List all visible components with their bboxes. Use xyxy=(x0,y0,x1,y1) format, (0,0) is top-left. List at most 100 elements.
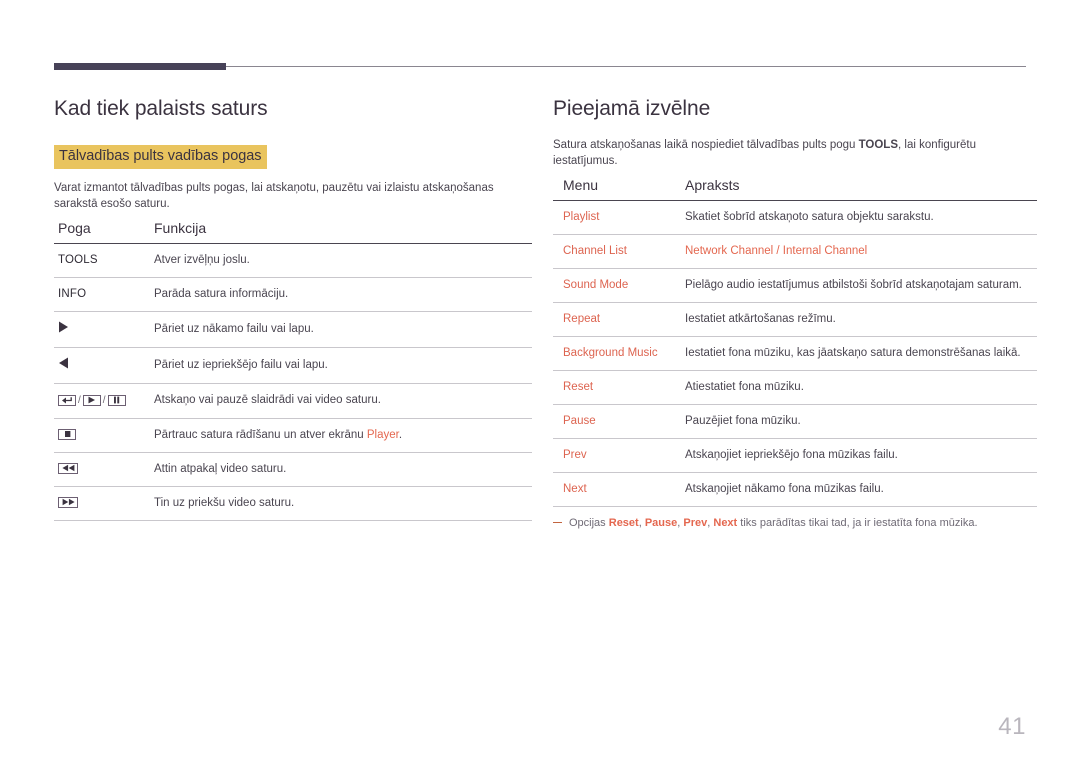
table-header-row: Menu Apraksts xyxy=(553,177,1037,201)
document-page: Kad tiek palaists saturs Tālvadības pult… xyxy=(0,0,1080,763)
menu-name-cell: Sound Mode xyxy=(553,268,685,303)
menu-item-label: Sound Mode xyxy=(563,279,629,291)
rewind-key-icon xyxy=(58,463,78,474)
footnote-option: Reset xyxy=(608,517,639,529)
enter-key-icon xyxy=(58,395,76,406)
footnote-option: Prev xyxy=(683,517,708,529)
button-cell xyxy=(54,311,154,348)
table-header-row: Poga Funkcija xyxy=(54,220,532,244)
menu-description-cell: Pauzējiet fona mūziku. xyxy=(685,404,1037,439)
function-description-cell: Pāriet uz iepriekšējo failu vai lapu. xyxy=(154,347,532,384)
menu-name-cell: Repeat xyxy=(553,302,685,337)
function-description-cell: Pārtrauc satura rādīšanu un atver ekrānu… xyxy=(154,418,532,453)
description-text: Pārtrauc satura rādīšanu un atver ekrānu xyxy=(154,428,367,441)
left-column: Kad tiek palaists saturs Tālvadības pult… xyxy=(54,96,532,521)
button-cell xyxy=(54,347,154,384)
menu-name-cell: Channel List xyxy=(553,234,685,269)
header-rule-accent xyxy=(54,63,226,70)
function-description-cell: Tin uz priekšu video saturu. xyxy=(154,486,532,521)
remote-buttons-table: Poga Funkcija TOOLS Atver izvēļņu joslu. I… xyxy=(54,220,532,521)
function-description-cell: Pāriet uz nākamo failu vai lapu. xyxy=(154,311,532,348)
menu-item-label: Background Music xyxy=(563,347,658,359)
menu-description-cell: Iestatiet atkārtošanas režīmu. xyxy=(685,302,1037,337)
menu-description-cell: Atskaņojiet nākamo fona mūzikas failu. xyxy=(685,472,1037,507)
table-row: Attin atpakaļ video saturu. xyxy=(54,452,532,487)
icon-separator: / xyxy=(102,395,106,406)
button-name: INFO xyxy=(58,288,87,300)
pause-key-icon xyxy=(107,395,126,406)
menu-name-cell: Background Music xyxy=(553,336,685,371)
button-cell: TOOLS xyxy=(54,243,154,278)
menu-item-label: Channel List xyxy=(563,245,627,257)
function-description-cell: Atver izvēļņu joslu. xyxy=(154,243,532,278)
column-header-button: Poga xyxy=(54,220,154,244)
page-number: 41 xyxy=(998,713,1026,740)
table-row: Next Atskaņojiet nākamo fona mūzikas fail… xyxy=(553,472,1037,507)
button-cell: / / xyxy=(54,383,154,419)
table-row: Pāriet uz iepriekšējo failu vai lapu. xyxy=(54,347,532,384)
table-row: / / Atskaņo vai pauzē slaidrādi vai video … xyxy=(54,383,532,419)
menu-item-label: Reset xyxy=(563,381,594,393)
play-key-icon xyxy=(82,395,101,406)
menu-name-cell: Prev xyxy=(553,438,685,473)
button-cell xyxy=(54,418,154,453)
column-header-description: Apraksts xyxy=(685,177,1037,201)
footnote-lead: Opcijas xyxy=(569,517,609,529)
menu-description-cell: Atiestatiet fona mūziku. xyxy=(685,370,1037,405)
menu-description-cell: Pielāgo audio iestatījumus atbilstoši šo… xyxy=(685,268,1037,303)
table-row: Background Music Iestatiet fona mūziku, k… xyxy=(553,336,1037,371)
triangle-right-icon xyxy=(58,321,69,338)
available-menu-table: Menu Apraksts Playlist Skatiet šobrīd ats… xyxy=(553,177,1037,507)
table-row: Pause Pauzējiet fona mūziku. xyxy=(553,404,1037,439)
table-row: Repeat Iestatiet atkārtošanas režīmu. xyxy=(553,302,1037,337)
table-row: Reset Atiestatiet fona mūziku. xyxy=(553,370,1037,405)
subheading-wrap: Tālvadības pults vadības pogas xyxy=(54,145,528,169)
description-accent-term: Player xyxy=(366,428,399,441)
footnote-option: Next xyxy=(713,517,738,529)
menu-description-cell: Atskaņojiet iepriekšējo fona mūzikas fai… xyxy=(685,438,1037,473)
page-title-left: Kad tiek palaists saturs xyxy=(54,97,268,120)
subheading-highlight: Tālvadības pults vadības pogas xyxy=(54,145,268,169)
function-description-cell: Parāda satura informāciju. xyxy=(154,277,532,312)
button-cell: INFO xyxy=(54,277,154,312)
footnote: Opcijas Reset, Pause, Prev, Next tiks pa… xyxy=(553,516,1027,531)
menu-name-cell: Reset xyxy=(553,370,685,405)
function-description-cell: Attin atpakaļ video saturu. xyxy=(154,452,532,487)
menu-name-cell: Next xyxy=(553,472,685,507)
page-title-right: Pieejamā izvēlne xyxy=(553,97,711,120)
stop-key-icon xyxy=(58,429,76,440)
footnote-tail: tiks parādītas tikai tad, ja ir iestatīt… xyxy=(737,517,978,529)
menu-item-label: Prev xyxy=(563,449,587,461)
column-header-function: Funkcija xyxy=(154,220,532,244)
function-description-cell: Atskaņo vai pauzē slaidrādi vai video sa… xyxy=(154,383,532,419)
button-cell xyxy=(54,452,154,487)
menu-description-cell: Network Channel / Internal Channel xyxy=(685,234,1037,269)
button-name: TOOLS xyxy=(58,254,98,266)
menu-item-label: Playlist xyxy=(563,211,600,223)
right-intro-keyword: TOOLS xyxy=(858,139,898,151)
footnote-dash-icon xyxy=(553,522,562,524)
menu-name-cell: Pause xyxy=(553,404,685,439)
menu-description-cell: Skatiet šobrīd atskaņoto satura objektu … xyxy=(685,200,1037,235)
table-row: Pārtrauc satura rādīšanu un atver ekrānu… xyxy=(54,418,532,453)
menu-item-label: Repeat xyxy=(563,313,601,325)
table-row: Sound Mode Pielāgo audio iestatījumus atb… xyxy=(553,268,1037,303)
table-row: Prev Atskaņojiet iepriekšējo fona mūzikas… xyxy=(553,438,1037,473)
table-row: Pāriet uz nākamo failu vai lapu. xyxy=(54,311,532,348)
left-intro-text: Varat izmantot tālvadības pults pogas, l… xyxy=(54,182,494,210)
table-row: Channel List Network Channel / Internal C… xyxy=(553,234,1037,269)
column-header-menu: Menu xyxy=(553,177,685,201)
menu-name-cell: Playlist xyxy=(553,200,685,235)
menu-description-cell: Iestatiet fona mūziku, kas jāatskaņo sat… xyxy=(685,336,1037,371)
table-row: TOOLS Atver izvēļņu joslu. xyxy=(54,243,532,278)
triangle-left-icon xyxy=(58,357,69,374)
table-row: Playlist Skatiet šobrīd atskaņoto satura … xyxy=(553,200,1037,235)
menu-item-label: Pause xyxy=(563,415,596,427)
description-tail: . xyxy=(398,428,403,441)
button-cell xyxy=(54,486,154,521)
right-intro-before: Satura atskaņošanas laikā nospiediet tāl… xyxy=(553,139,859,151)
table-row: INFO Parāda satura informāciju. xyxy=(54,277,532,312)
right-column: Pieejamā izvēlne Satura atskaņošanas lai… xyxy=(553,96,1037,531)
right-intro-text: Satura atskaņošanas laikā nospiediet tāl… xyxy=(553,138,983,169)
icon-separator: / xyxy=(78,395,81,406)
